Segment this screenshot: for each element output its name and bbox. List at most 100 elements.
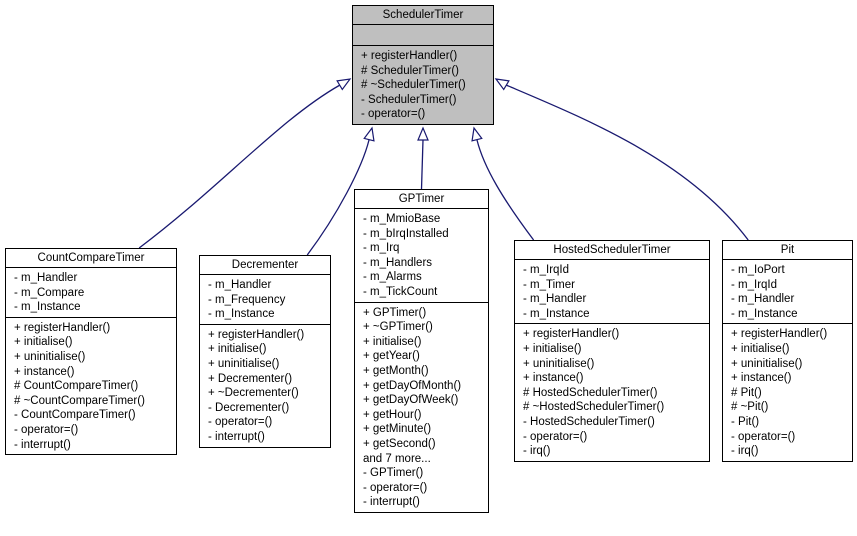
class-member: - m_Handler <box>731 293 795 306</box>
class-member: - irq() <box>523 445 551 458</box>
class-member: # ~CountCompareTimer() <box>14 394 145 407</box>
inheritance-arrowhead <box>336 78 352 91</box>
attributes-section: - m_IrqId - m_Timer - m_Handler - m_Instanc… <box>515 260 709 325</box>
class-member: + initialise() <box>14 336 73 349</box>
class-member: - m_bIrqInstalled <box>363 227 449 240</box>
class-member: # HostedSchedulerTimer() <box>523 386 658 399</box>
class-member: + initialise() <box>523 342 582 355</box>
inheritance-arrowhead <box>494 78 510 91</box>
class-member: - interrupt() <box>208 430 265 443</box>
attributes-section: - m_Handler - m_Frequency - m_Instance <box>200 275 330 325</box>
class-member: + Decrementer() <box>208 372 293 385</box>
class-member: + ~Decrementer() <box>208 387 299 400</box>
class-member: - operator=() <box>14 423 79 436</box>
class-name: Decrementer <box>200 256 330 275</box>
class-member: + registerHandler() <box>361 50 458 62</box>
class-member: - operator=() <box>731 430 796 443</box>
class-member: # Pit() <box>731 386 762 399</box>
class-member: + instance() <box>523 372 584 385</box>
class-member: - m_Handler <box>523 293 587 306</box>
inheritance-edge <box>420 139 424 190</box>
class-box-hostedschedulertimer[interactable]: HostedSchedulerTimer - m_IrqId - m_Timer -… <box>514 240 710 462</box>
inheritance-edge <box>138 84 341 249</box>
class-member: - m_Handlers <box>363 256 433 269</box>
class-member: + initialise() <box>731 342 790 355</box>
class-member: - operator=() <box>523 430 588 443</box>
methods-section: + registerHandler() + initialise() + unini… <box>200 325 330 447</box>
class-member: - m_Timer <box>523 278 575 291</box>
class-member: # CountCompareTimer() <box>14 380 139 393</box>
inheritance-arrowhead <box>363 126 375 142</box>
class-member: + ~GPTimer() <box>363 321 433 334</box>
attributes-section: - m_Handler - m_Compare - m_Instance <box>6 268 176 318</box>
class-member: + initialise() <box>363 335 422 348</box>
class-member: + registerHandler() <box>523 328 620 341</box>
attributes-section: - m_MmioBase - m_bIrqInstalled - m_Irq - m_… <box>355 209 488 303</box>
class-name: CountCompareTimer <box>6 249 176 268</box>
class-member: # ~Pit() <box>731 401 769 414</box>
class-member: - m_IoPort <box>731 264 785 276</box>
class-member: + getSecond() <box>363 437 436 450</box>
class-member: + getMinute() <box>363 423 432 436</box>
class-member: + getDayOfWeek() <box>363 394 459 407</box>
class-member: - m_Frequency <box>208 293 286 306</box>
class-member: - m_Instance <box>208 308 275 321</box>
class-member: - operator=() <box>208 416 273 429</box>
class-member: - Pit() <box>731 415 760 428</box>
class-box-countcomparetimer[interactable]: CountCompareTimer - m_Handler - m_Compare… <box>5 248 177 456</box>
class-name: GPTimer <box>355 190 488 209</box>
class-member: - m_MmioBase <box>363 213 441 225</box>
class-member: + instance() <box>14 365 75 378</box>
class-box-decrementer[interactable]: Decrementer - m_Handler - m_Frequency - m_… <box>199 255 331 448</box>
class-member: - interrupt() <box>14 438 71 451</box>
class-member: - m_Instance <box>14 301 81 314</box>
class-member: + uninitialise() <box>14 350 86 363</box>
class-member: # ~HostedSchedulerTimer() <box>523 401 665 414</box>
methods-section: + registerHandler() # SchedulerTimer() # ~… <box>353 46 493 124</box>
class-name: SchedulerTimer <box>353 6 493 25</box>
class-member: - m_IrqId <box>731 278 778 291</box>
class-member: - m_Instance <box>523 307 590 320</box>
class-member: # SchedulerTimer() <box>361 64 459 77</box>
class-member: - m_IrqId <box>523 264 570 276</box>
class-member: - Decrementer() <box>208 401 290 414</box>
class-member: + uninitialise() <box>731 357 803 370</box>
class-member: + initialise() <box>208 343 267 356</box>
class-member: - m_Compare <box>14 286 85 299</box>
class-member: - interrupt() <box>363 496 420 509</box>
class-member: - irq() <box>731 445 759 458</box>
class-member: + GPTimer() <box>363 306 427 319</box>
class-member: - SchedulerTimer() <box>361 93 457 106</box>
class-member: + uninitialise() <box>208 357 280 370</box>
attributes-section <box>353 25 493 46</box>
class-member: + getHour() <box>363 408 422 421</box>
class-member: # ~SchedulerTimer() <box>361 79 466 92</box>
class-member: - m_Alarms <box>363 271 422 284</box>
methods-section: + GPTimer() + ~GPTimer() + initialise() + g… <box>355 303 488 512</box>
class-box-pit[interactable]: Pit - m_IoPort - m_IrqId - m_Handler - m_In… <box>722 240 853 462</box>
class-member: + getMonth() <box>363 364 429 377</box>
class-member: - operator=() <box>361 108 426 121</box>
class-member: + registerHandler() <box>208 328 305 341</box>
inheritance-edge <box>505 84 749 241</box>
class-member: + instance() <box>731 372 792 385</box>
class-box-gptimer[interactable]: GPTimer - m_MmioBase - m_bIrqInstalled - m… <box>354 189 489 513</box>
inheritance-arrowhead <box>417 126 429 141</box>
class-member: - m_Handler <box>208 279 272 291</box>
class-member: + getDayOfMonth() <box>363 379 462 392</box>
class-member: - GPTimer() <box>363 467 424 480</box>
inheritance-arrowhead <box>471 126 483 142</box>
class-member: - CountCompareTimer() <box>14 409 136 422</box>
class-member: - HostedSchedulerTimer() <box>523 415 655 428</box>
more-members-link[interactable]: and 7 more... <box>363 452 488 467</box>
class-member: + uninitialise() <box>523 357 595 370</box>
class-member: + registerHandler() <box>731 328 828 341</box>
class-member: - m_Handler <box>14 272 78 284</box>
class-name: Pit <box>723 241 852 260</box>
class-member: - m_Instance <box>731 307 798 320</box>
methods-section: + registerHandler() + initialise() + unini… <box>6 318 176 454</box>
class-member: + registerHandler() <box>14 321 111 334</box>
class-box-schedulertimer[interactable]: SchedulerTimer + registerHandler() # Sche… <box>352 5 494 125</box>
methods-section: + registerHandler() + initialise() + unini… <box>515 324 709 460</box>
methods-section: + registerHandler() + initialise() + unini… <box>723 324 852 460</box>
